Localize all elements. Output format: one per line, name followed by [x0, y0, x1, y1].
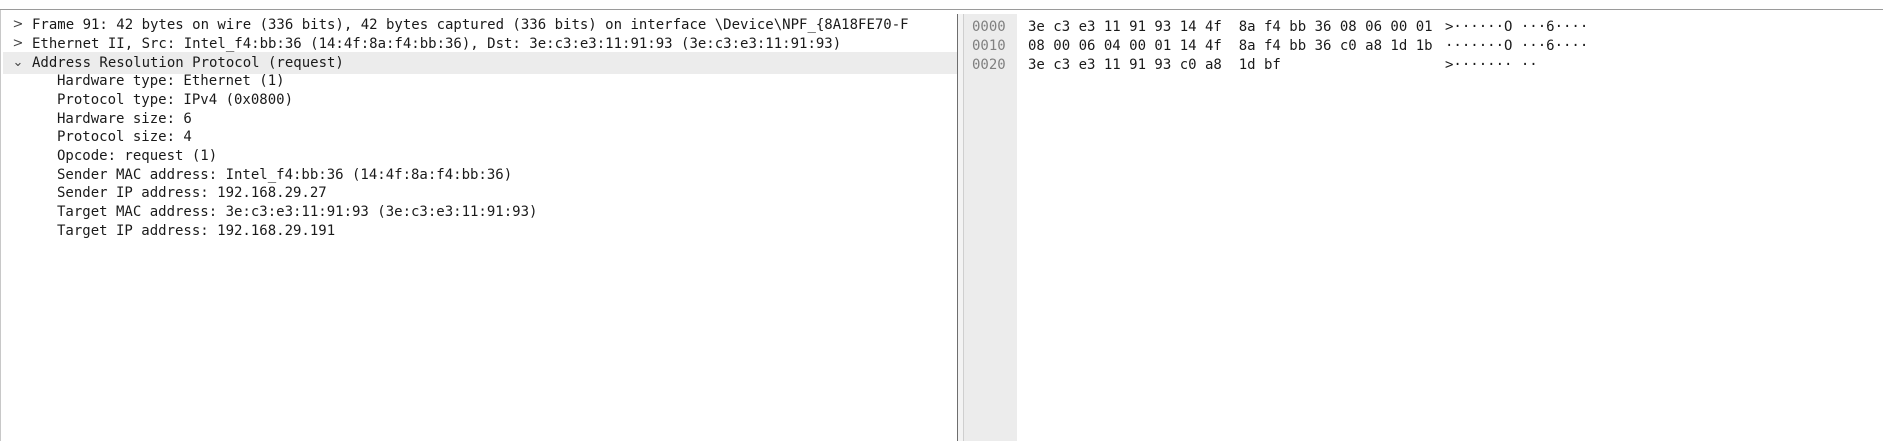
field-label: Target IP address: 192.168.29.191: [57, 223, 336, 239]
offset-label: 0020: [972, 57, 1006, 73]
hex-row[interactable]: 3e c3 e3 11 91 93 14 4f 8a f4 bb 36 08 0…: [1028, 17, 1433, 37]
offset-column: 0000 0010 0020: [964, 14, 1017, 441]
hex-row[interactable]: 08 00 06 04 00 01 14 4f 8a f4 bb 36 c0 a…: [1028, 36, 1433, 56]
ascii-row[interactable]: ·······O ···6····: [1445, 36, 1588, 56]
top-border: [0, 0, 1883, 10]
offset-label: 0010: [972, 38, 1006, 54]
packet-details-pane[interactable]: > Frame 91: 42 bytes on wire (336 bits),…: [3, 14, 957, 441]
packet-bytes-pane[interactable]: 0000 0010 0020 3e c3 e3 11 91 93 14 4f 8…: [964, 14, 1883, 441]
hex-row[interactable]: 3e c3 e3 11 91 93 c0 a8 1d bf: [1028, 55, 1281, 75]
ascii-row[interactable]: >······O ···6····: [1445, 17, 1588, 37]
offset-label: 0000: [972, 19, 1006, 35]
field-target-ip[interactable]: Target IP address: 192.168.29.191: [3, 220, 957, 242]
ascii-row[interactable]: >······· ··: [1445, 55, 1538, 75]
pane-splitter[interactable]: [957, 14, 964, 441]
